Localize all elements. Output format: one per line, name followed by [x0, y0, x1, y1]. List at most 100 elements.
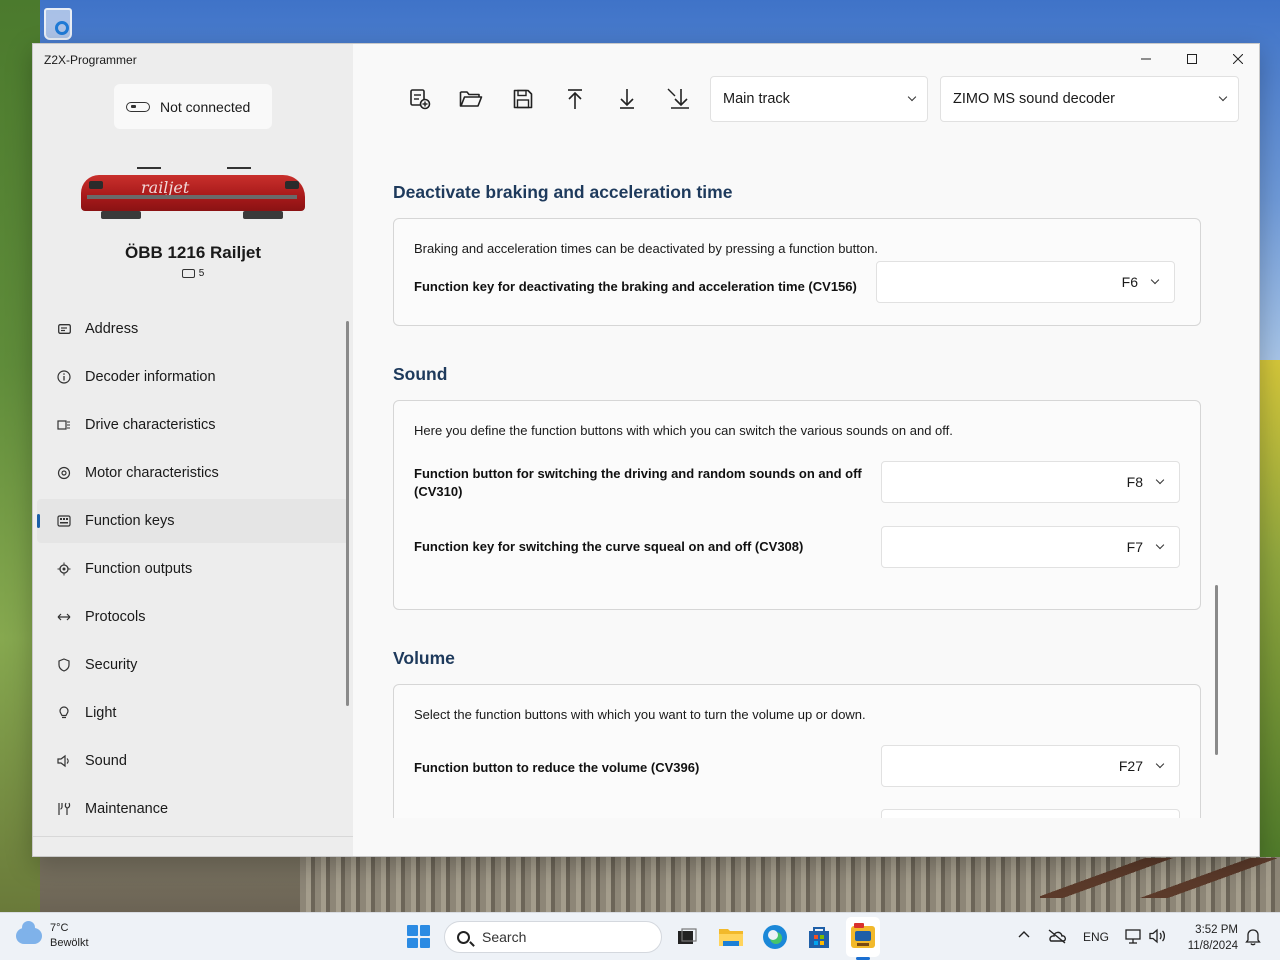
- microsoft-store-icon[interactable]: [805, 923, 833, 951]
- drive-icon: [57, 418, 71, 432]
- edge-browser-icon[interactable]: [761, 923, 789, 951]
- download-changed-icon[interactable]: [664, 84, 694, 114]
- sidebar-item-protocols[interactable]: Protocols: [37, 595, 349, 639]
- close-icon[interactable]: [1215, 44, 1259, 74]
- new-project-icon[interactable]: [405, 84, 435, 114]
- sidebar-item-function-keys[interactable]: Function keys: [37, 499, 349, 543]
- chevron-down-icon: [1150, 275, 1160, 285]
- sound-description: Here you define the function buttons wit…: [414, 423, 953, 438]
- pantograph-left: [137, 167, 161, 175]
- section-title-volume: Volume: [393, 648, 455, 668]
- file-explorer-icon[interactable]: [717, 923, 745, 951]
- download-icon[interactable]: [612, 84, 642, 114]
- start-menu-icon[interactable]: [407, 925, 430, 948]
- reduce-volume-select[interactable]: F27: [881, 745, 1180, 787]
- function-keys-icon: [57, 514, 71, 528]
- motor-icon: [57, 466, 71, 480]
- z2x-programmer-taskbar-button[interactable]: [846, 917, 880, 957]
- locomotive-name: ÖBB 1216 Railjet: [124, 243, 262, 262]
- minimize-icon[interactable]: [1123, 44, 1169, 74]
- onedrive-offline-icon[interactable]: [1047, 928, 1067, 947]
- main-scrollbar[interactable]: [1215, 585, 1218, 755]
- section-title-braking: Deactivate braking and acceleration time: [393, 182, 733, 202]
- address-card-icon: [181, 269, 195, 278]
- function-outputs-icon: [57, 562, 71, 576]
- cab-window-left: [89, 181, 103, 189]
- sidebar-item-label: Function keys: [85, 513, 175, 529]
- chevron-down-icon: [1155, 540, 1165, 550]
- save-icon[interactable]: [508, 84, 538, 114]
- reduce-volume-label: Function button to reduce the volume (CV…: [414, 760, 700, 775]
- locomotive-address: 5: [33, 268, 353, 279]
- content-clip-footer: [353, 818, 1259, 856]
- sidebar: Z2X-Programmer Not connected railjet ÖBB…: [33, 44, 353, 856]
- sidebar-item-label: Protocols: [85, 609, 146, 625]
- driving-sounds-label: Function button for switching the drivin…: [414, 466, 862, 499]
- sidebar-item-label: Maintenance: [85, 801, 169, 817]
- clock-date: 11/8/2024: [1187, 940, 1238, 952]
- recycle-bin-icon[interactable]: [40, 8, 76, 42]
- curve-squeal-select[interactable]: F7: [881, 526, 1180, 568]
- locomotive-image: railjet: [77, 167, 309, 223]
- maximize-icon[interactable]: [1169, 44, 1215, 74]
- volume-icon[interactable]: [1149, 927, 1167, 948]
- weather-widget[interactable]: 7°C Bewölkt: [16, 921, 89, 951]
- locomotive-address-value: 5: [198, 268, 205, 279]
- chevron-down-icon: [1155, 759, 1165, 769]
- sidebar-item-label: Drive characteristics: [85, 417, 216, 433]
- sidebar-item-sound[interactable]: Sound: [37, 739, 349, 783]
- weather-description: Bewölkt: [50, 937, 89, 949]
- system-clock[interactable]: 3:52 PM 11/8/2024: [1180, 922, 1238, 954]
- bogie-left: [101, 211, 141, 219]
- wallpaper-trees-right: [1258, 360, 1280, 860]
- braking-card: Braking and acceleration times can be de…: [393, 218, 1201, 326]
- wallpaper-rail: [1040, 858, 1280, 898]
- sidebar-item-label: Security: [85, 657, 138, 673]
- chevron-down-icon: [1155, 475, 1165, 485]
- sidebar-item-label: Decoder information: [85, 369, 216, 385]
- driving-sounds-select[interactable]: F8: [881, 461, 1180, 503]
- sidebar-item-security[interactable]: Security: [37, 643, 349, 687]
- search-icon: [457, 930, 470, 944]
- sidebar-item-maintenance[interactable]: Maintenance: [37, 787, 349, 831]
- braking-function-key-select[interactable]: F6: [876, 261, 1175, 303]
- app-window: Z2X-Programmer Not connected railjet ÖBB…: [32, 43, 1260, 857]
- section-title-sound: Sound: [393, 364, 448, 384]
- taskbar: 7°C Bewölkt Search ENG 3:52 PM 11/8/2024: [0, 912, 1280, 960]
- track-mode-dropdown[interactable]: Main track: [710, 76, 928, 122]
- connection-status-button[interactable]: Not connected: [114, 84, 272, 129]
- sidebar-item-decoder-information[interactable]: Decoder information: [37, 355, 349, 399]
- sidebar-item-function-outputs[interactable]: Function outputs: [37, 547, 349, 591]
- sidebar-item-label: Address: [85, 321, 139, 337]
- network-icon[interactable]: [1124, 927, 1142, 948]
- sidebar-item-drive-characteristics[interactable]: Drive characteristics: [37, 403, 349, 447]
- sidebar-item-motor-characteristics[interactable]: Motor characteristics: [37, 451, 349, 495]
- cloud-icon: [16, 921, 42, 944]
- task-view-icon[interactable]: [673, 923, 701, 951]
- connection-status-label: Not connected: [160, 98, 251, 115]
- sidebar-item-light[interactable]: Light: [37, 691, 349, 735]
- decoder-type-value: ZIMO MS sound decoder: [953, 91, 1115, 107]
- open-folder-icon[interactable]: [456, 84, 486, 114]
- upload-icon[interactable]: [560, 84, 590, 114]
- locomotive-body: [81, 175, 305, 211]
- sidebar-scrollbar[interactable]: [346, 321, 349, 706]
- decoder-type-dropdown[interactable]: ZIMO MS sound decoder: [940, 76, 1239, 122]
- notification-bell-icon[interactable]: [1245, 928, 1261, 949]
- volume-description: Select the function buttons with which y…: [414, 707, 866, 722]
- input-language[interactable]: ENG: [1083, 930, 1109, 944]
- sidebar-item-label: Motor characteristics: [85, 465, 219, 481]
- taskbar-search[interactable]: Search: [444, 921, 662, 953]
- braking-function-key-label: Function key for deactivating the brakin…: [414, 279, 857, 294]
- sidebar-item-address[interactable]: Address: [37, 307, 349, 351]
- sidebar-divider: [33, 836, 353, 837]
- chevron-up-icon[interactable]: [1018, 929, 1030, 944]
- curve-squeal-value: F7: [1126, 539, 1143, 555]
- locomotive-stripe: [87, 195, 297, 199]
- chevron-down-icon: [1218, 92, 1228, 102]
- pantograph-right: [227, 167, 251, 175]
- curve-squeal-label: Function key for switching the curve squ…: [414, 539, 804, 554]
- sidebar-item-label: Sound: [85, 753, 127, 769]
- shield-icon: [57, 658, 71, 672]
- bogie-right: [243, 211, 283, 219]
